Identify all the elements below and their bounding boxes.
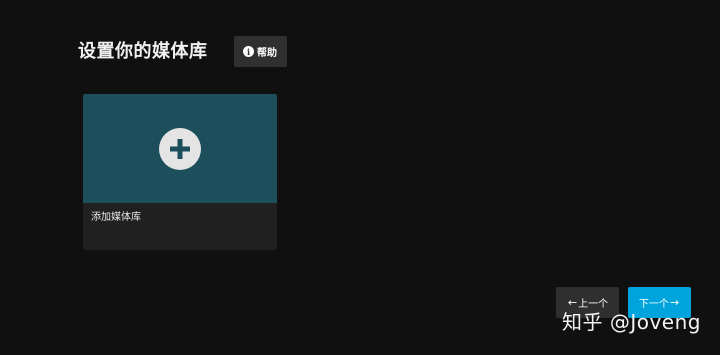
help-button[interactable]: i 帮助: [233, 36, 287, 67]
add-library-card[interactable]: 添加媒体库: [83, 94, 277, 250]
card-image: [83, 94, 277, 203]
plus-glyph: [170, 138, 190, 159]
page-title: 设置你的媒体库: [78, 40, 208, 62]
card-label: 添加媒体库: [91, 212, 141, 223]
setup-page: 设置你的媒体库 i 帮助 添加媒体库 ← 上一个 下一个 → 知乎 @Joven…: [0, 0, 720, 355]
help-label: 帮助: [257, 48, 277, 59]
info-icon: i: [243, 46, 254, 57]
watermark: 知乎 @Joveng: [561, 310, 701, 334]
plus-icon: [159, 127, 201, 170]
page-header: 设置你的媒体库 i 帮助: [78, 36, 287, 67]
